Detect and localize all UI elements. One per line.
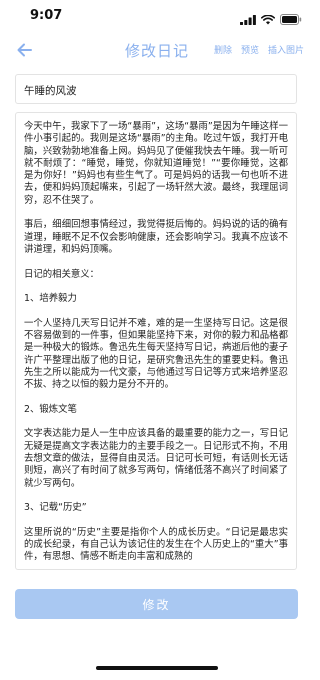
submit-button[interactable]: 修改: [15, 589, 298, 619]
content-paragraph: 日记的相关意义：: [24, 268, 100, 280]
content-paragraph: 3、记载“历史”: [24, 502, 87, 514]
content-paragraph: 事后，细细回想事情经过，我觉得挺后悔的。妈妈说的话的确有道理，睡眠不足不仅会影响…: [24, 219, 288, 255]
signal-icon: [240, 10, 256, 29]
content-paragraph: 一个人坚持几天写日记并不难，难的是一生坚持写日记。这是很不容易做到的一件事，但如…: [24, 317, 288, 391]
status-bar: 9:07: [0, 0, 314, 34]
content-paragraph: 2、锻炼文笔: [24, 403, 77, 415]
preview-button[interactable]: 预览: [241, 43, 259, 56]
home-indicator: [96, 666, 218, 670]
nav-bar: 修改日记 删除 预览 插入图片: [0, 34, 314, 66]
content-paragraph: 今天中午，我家下了一场“暴雨”，这场“暴雨”是因为午睡这样一件小事引起的。我则是…: [24, 121, 288, 206]
nav-actions: 删除 预览 插入图片: [214, 43, 304, 56]
content-paragraph: 1、培养毅力: [24, 293, 77, 305]
status-time: 9:07: [30, 8, 63, 23]
delete-button[interactable]: 删除: [214, 43, 232, 56]
status-icons: [240, 10, 302, 29]
content-paragraph: 这里所说的“历史”主要是指你个人的成长历史。“日记是最忠实的成长纪录，有自己认为…: [24, 526, 288, 563]
battery-icon: [280, 10, 302, 29]
insert-image-button[interactable]: 插入图片: [268, 43, 304, 56]
content-paragraph: 文字表达能力是人一生中应该具备的最重要的能力之一，写日记无疑是提高文字表达能力的…: [24, 428, 288, 489]
content-textarea[interactable]: 今天中午，我家下了一场“暴雨”，这场“暴雨”是因为午睡这样一件小事引起的。我则是…: [15, 112, 297, 570]
wifi-icon: [261, 10, 275, 29]
title-input[interactable]: 午睡的风波: [15, 74, 297, 104]
